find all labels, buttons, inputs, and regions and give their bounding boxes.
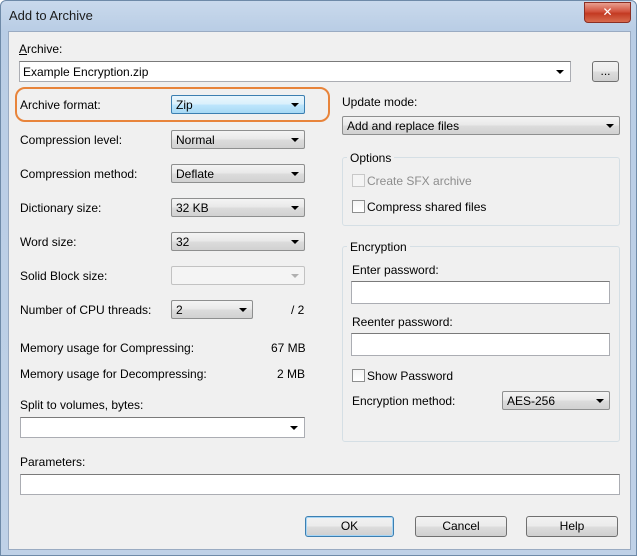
update-mode-label: Update mode:	[342, 95, 418, 109]
close-icon: ✕	[602, 5, 613, 19]
create-sfx-label: Create SFX archive	[367, 174, 472, 188]
compress-shared-label: Compress shared files	[367, 200, 487, 214]
archive-format-dropdown[interactable]: Zip	[171, 95, 305, 114]
dialog-client-area: Archive: Example Encryption.zip ... Arch…	[8, 31, 631, 550]
compression-level-dropdown[interactable]: Normal	[171, 130, 305, 149]
chevron-down-icon	[291, 206, 299, 210]
archive-format-label: Archive format:	[20, 98, 101, 112]
solid-block-size-label: Solid Block size:	[20, 269, 108, 283]
options-group-title: Options	[347, 151, 395, 165]
chevron-down-icon	[291, 172, 299, 176]
enter-password-label: Enter password:	[352, 263, 439, 277]
word-size-label: Word size:	[20, 235, 77, 249]
encryption-method-dropdown[interactable]: AES-256	[502, 391, 610, 410]
ok-button[interactable]: OK	[305, 516, 394, 537]
archive-path-combobox[interactable]: Example Encryption.zip	[19, 61, 571, 82]
help-button[interactable]: Help	[526, 516, 618, 537]
parameters-label: Parameters:	[20, 455, 86, 469]
cpu-threads-value: 2	[176, 303, 183, 317]
split-volumes-label: Split to volumes, bytes:	[20, 398, 144, 412]
word-size-value: 32	[176, 235, 190, 249]
chevron-down-icon	[556, 70, 564, 74]
compression-level-label: Compression level:	[20, 133, 123, 147]
chevron-down-icon	[239, 308, 247, 312]
archive-path-value: Example Encryption.zip	[23, 65, 149, 79]
archive-label: Archive:	[19, 42, 63, 56]
compression-method-value: Deflate	[176, 167, 215, 181]
compression-method-label: Compression method:	[20, 167, 138, 181]
solid-block-size-dropdown[interactable]	[171, 266, 305, 285]
dictionary-size-label: Dictionary size:	[20, 201, 102, 215]
memory-compress-label: Memory usage for Compressing:	[20, 341, 195, 355]
window-title: Add to Archive	[9, 8, 93, 23]
chevron-down-icon	[606, 124, 614, 128]
update-mode-dropdown[interactable]: Add and replace files	[342, 116, 620, 135]
encryption-group-title: Encryption	[347, 240, 410, 254]
memory-decompress-value: 2 MB	[276, 367, 305, 381]
chevron-down-icon	[291, 274, 299, 278]
cpu-threads-max: / 2	[291, 303, 305, 317]
dictionary-size-value: 32 KB	[176, 201, 209, 215]
add-to-archive-window: Add to Archive ✕ Archive: Example Encryp…	[0, 0, 637, 556]
cancel-button[interactable]: Cancel	[415, 516, 507, 537]
update-mode-value: Add and replace files	[347, 119, 460, 133]
create-sfx-checkbox[interactable]	[352, 174, 365, 187]
dictionary-size-dropdown[interactable]: 32 KB	[171, 198, 305, 217]
chevron-down-icon	[596, 399, 604, 403]
split-volumes-combobox[interactable]	[20, 417, 305, 438]
enter-password-input[interactable]	[351, 281, 610, 304]
memory-decompress-label: Memory usage for Decompressing:	[20, 367, 207, 381]
compression-level-value: Normal	[176, 133, 215, 147]
show-password-checkbox[interactable]	[352, 369, 365, 382]
cpu-threads-label: Number of CPU threads:	[20, 303, 152, 317]
title-bar[interactable]: Add to Archive ✕	[1, 1, 636, 31]
chevron-down-icon	[291, 138, 299, 142]
cpu-threads-dropdown[interactable]: 2	[171, 300, 253, 319]
reenter-password-input[interactable]	[351, 333, 610, 356]
word-size-dropdown[interactable]: 32	[171, 232, 305, 251]
memory-compress-value: 67 MB	[271, 341, 306, 355]
options-group	[342, 157, 620, 226]
compress-shared-checkbox[interactable]	[352, 200, 365, 213]
close-button[interactable]: ✕	[584, 2, 631, 23]
reenter-password-label: Reenter password:	[352, 315, 453, 329]
encryption-method-label: Encryption method:	[352, 394, 456, 408]
browse-button[interactable]: ...	[592, 61, 619, 82]
compression-method-dropdown[interactable]: Deflate	[171, 164, 305, 183]
parameters-input[interactable]	[20, 474, 620, 495]
chevron-down-icon	[290, 426, 298, 430]
archive-format-value: Zip	[176, 98, 193, 112]
chevron-down-icon	[291, 240, 299, 244]
encryption-method-value: AES-256	[507, 394, 556, 408]
show-password-label: Show Password	[367, 369, 454, 383]
chevron-down-icon	[291, 103, 299, 107]
